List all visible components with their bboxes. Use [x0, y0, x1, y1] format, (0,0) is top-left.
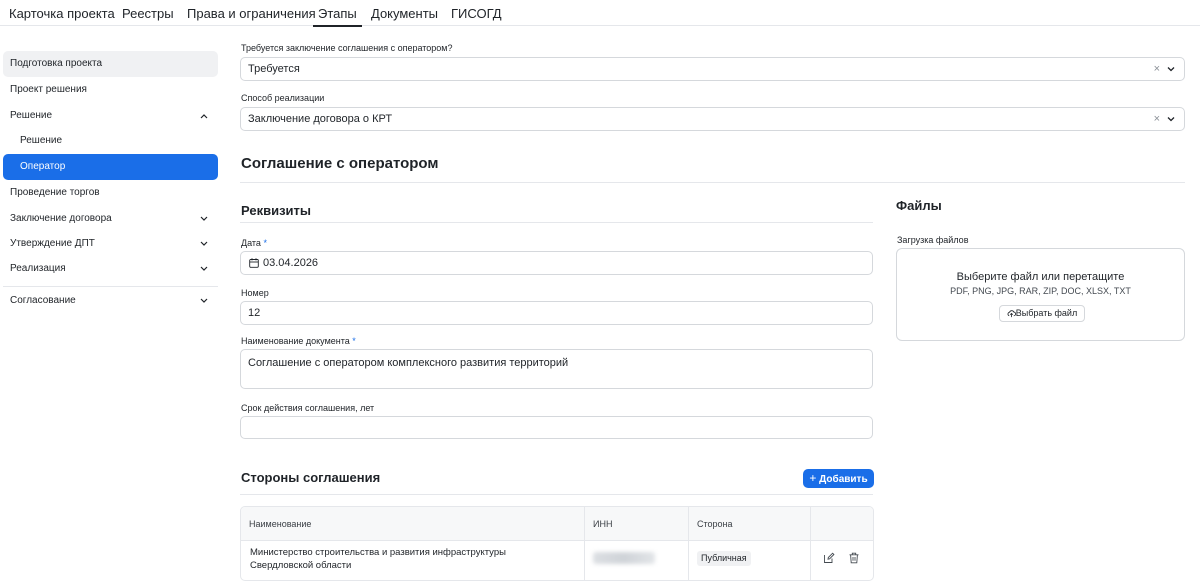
upload-types: PDF, PNG, JPG, RAR, ZIP, DOC, XLSX, TXT	[950, 286, 1131, 296]
sidebar-item-contract[interactable]: Заключение договора	[3, 206, 218, 232]
edit-icon[interactable]	[823, 552, 835, 564]
chevron-down-icon	[200, 266, 208, 271]
sidebar-item-label: Согласование	[10, 295, 76, 306]
sidebar-item-project-preparation[interactable]: Подготовка проекта	[3, 51, 218, 77]
add-party-label: Добавить	[819, 474, 868, 485]
plus-icon: +	[809, 471, 817, 485]
number-value: 12	[248, 307, 261, 319]
date-field[interactable]: 03.04.2026	[240, 251, 873, 275]
date-label: Дата *	[241, 238, 267, 248]
docname-label: Наименование документа *	[241, 336, 356, 346]
clear-icon[interactable]: ×	[1154, 58, 1160, 80]
date-label-text: Дата	[241, 238, 261, 248]
tab-rights[interactable]: Права и ограничения	[187, 6, 316, 21]
column-header-side: Сторона	[697, 519, 733, 529]
operator-agreement-select[interactable]: Требуется ×	[240, 57, 1185, 81]
docname-label-text: Наименование документа	[241, 336, 350, 346]
sidebar-item-label: Решение	[20, 135, 63, 146]
sidebar-item-approval[interactable]: Согласование	[3, 288, 218, 314]
cloud-upload-icon	[1007, 310, 1016, 318]
chevron-up-icon	[200, 114, 208, 119]
sidebar-item-label: Утверждение ДПТ	[10, 238, 95, 249]
tab-project-card[interactable]: Карточка проекта	[9, 6, 115, 21]
parties-divider	[240, 494, 873, 495]
files-title: Файлы	[896, 198, 942, 213]
chevron-down-icon[interactable]	[1165, 113, 1177, 125]
implementation-method-select[interactable]: Заключение договора о КРТ ×	[240, 107, 1185, 131]
sidebar-item-dpt-approval[interactable]: Утверждение ДПТ	[3, 231, 218, 257]
column-header-inn: ИНН	[593, 519, 613, 529]
clear-icon[interactable]: ×	[1154, 108, 1160, 130]
docname-field[interactable]: Соглашение с оператором комплексного раз…	[240, 349, 873, 389]
upload-title: Выберите файл или перетащите	[956, 271, 1125, 283]
choose-file-button[interactable]: Выбрать файл	[999, 305, 1085, 322]
file-dropzone[interactable]: Выберите файл или перетащите PDF, PNG, J…	[896, 248, 1185, 341]
number-label: Номер	[241, 288, 269, 298]
date-value: 03.04.2026	[263, 257, 319, 269]
party-name-line2: Свердловской области	[250, 560, 352, 571]
parties-title: Стороны соглашения	[241, 470, 381, 485]
section-divider	[240, 182, 1185, 183]
required-mark: *	[263, 238, 267, 248]
tab-stages[interactable]: Этапы	[313, 6, 362, 27]
sidebar-item-operator[interactable]: Оператор	[3, 154, 218, 180]
top-tabs: Карточка проекта Реестры Права и огранич…	[0, 0, 1200, 27]
sidebar-item-draft-decision[interactable]: Проект решения	[3, 77, 218, 103]
party-name-line1: Министерство строительства и развития ин…	[250, 547, 506, 558]
chevron-down-icon[interactable]	[1165, 63, 1177, 75]
docname-value: Соглашение с оператором комплексного раз…	[248, 357, 569, 369]
upload-label: Загрузка файлов	[897, 235, 969, 245]
sidebar-item-label: Проект решения	[10, 84, 87, 95]
sidebar-item-label: Решение	[10, 110, 53, 121]
side-badge: Публичная	[697, 551, 751, 566]
operator-agreement-label: Требуется заключение соглашения с операт…	[241, 43, 453, 53]
sidebar-item-decision-group[interactable]: Решение	[3, 103, 218, 129]
redacted-inn	[593, 552, 655, 564]
column-divider	[688, 507, 689, 580]
sidebar-item-decision[interactable]: Решение	[3, 128, 218, 154]
sidebar-item-tenders[interactable]: Проведение торгов	[3, 180, 218, 206]
chevron-down-icon	[200, 216, 208, 221]
sidebar-item-label: Подготовка проекта	[10, 58, 103, 69]
sidebar-item-label: Оператор	[20, 161, 66, 172]
requisites-divider	[240, 222, 873, 223]
term-field[interactable]	[240, 416, 873, 439]
sidebar: Подготовка проекта Проект решения Решени…	[0, 26, 222, 581]
add-party-button[interactable]: + Добавить	[803, 469, 874, 488]
section-title: Соглашение с оператором	[241, 155, 439, 172]
column-header-name: Наименование	[249, 519, 312, 529]
column-divider	[810, 507, 811, 580]
select-value: Требуется	[248, 63, 300, 75]
column-divider	[584, 507, 585, 580]
requisites-title: Реквизиты	[241, 203, 311, 218]
select-value: Заключение договора о КРТ	[248, 113, 393, 125]
chevron-down-icon	[200, 298, 208, 303]
sidebar-divider	[3, 286, 218, 287]
implementation-method-label: Способ реализации	[241, 93, 325, 103]
tab-documents[interactable]: Документы	[371, 6, 438, 21]
term-label: Срок действия соглашения, лет	[241, 403, 375, 413]
parties-table: Наименование ИНН Сторона Министерство ст…	[240, 506, 874, 581]
sidebar-item-label: Реализация	[10, 263, 66, 274]
number-field[interactable]: 12	[240, 301, 873, 325]
chevron-down-icon	[200, 241, 208, 246]
tab-registries[interactable]: Реестры	[122, 6, 174, 21]
tab-gisogd[interactable]: ГИСОГД	[451, 6, 502, 21]
sidebar-item-label: Заключение договора	[10, 213, 112, 224]
choose-file-label: Выбрать файл	[1015, 308, 1078, 318]
sidebar-item-implementation[interactable]: Реализация	[3, 256, 218, 282]
trash-icon[interactable]	[848, 552, 860, 564]
required-mark: *	[352, 336, 356, 346]
calendar-icon	[249, 258, 259, 268]
sidebar-item-label: Проведение торгов	[10, 187, 100, 198]
table-header: Наименование ИНН Сторона	[241, 507, 873, 541]
